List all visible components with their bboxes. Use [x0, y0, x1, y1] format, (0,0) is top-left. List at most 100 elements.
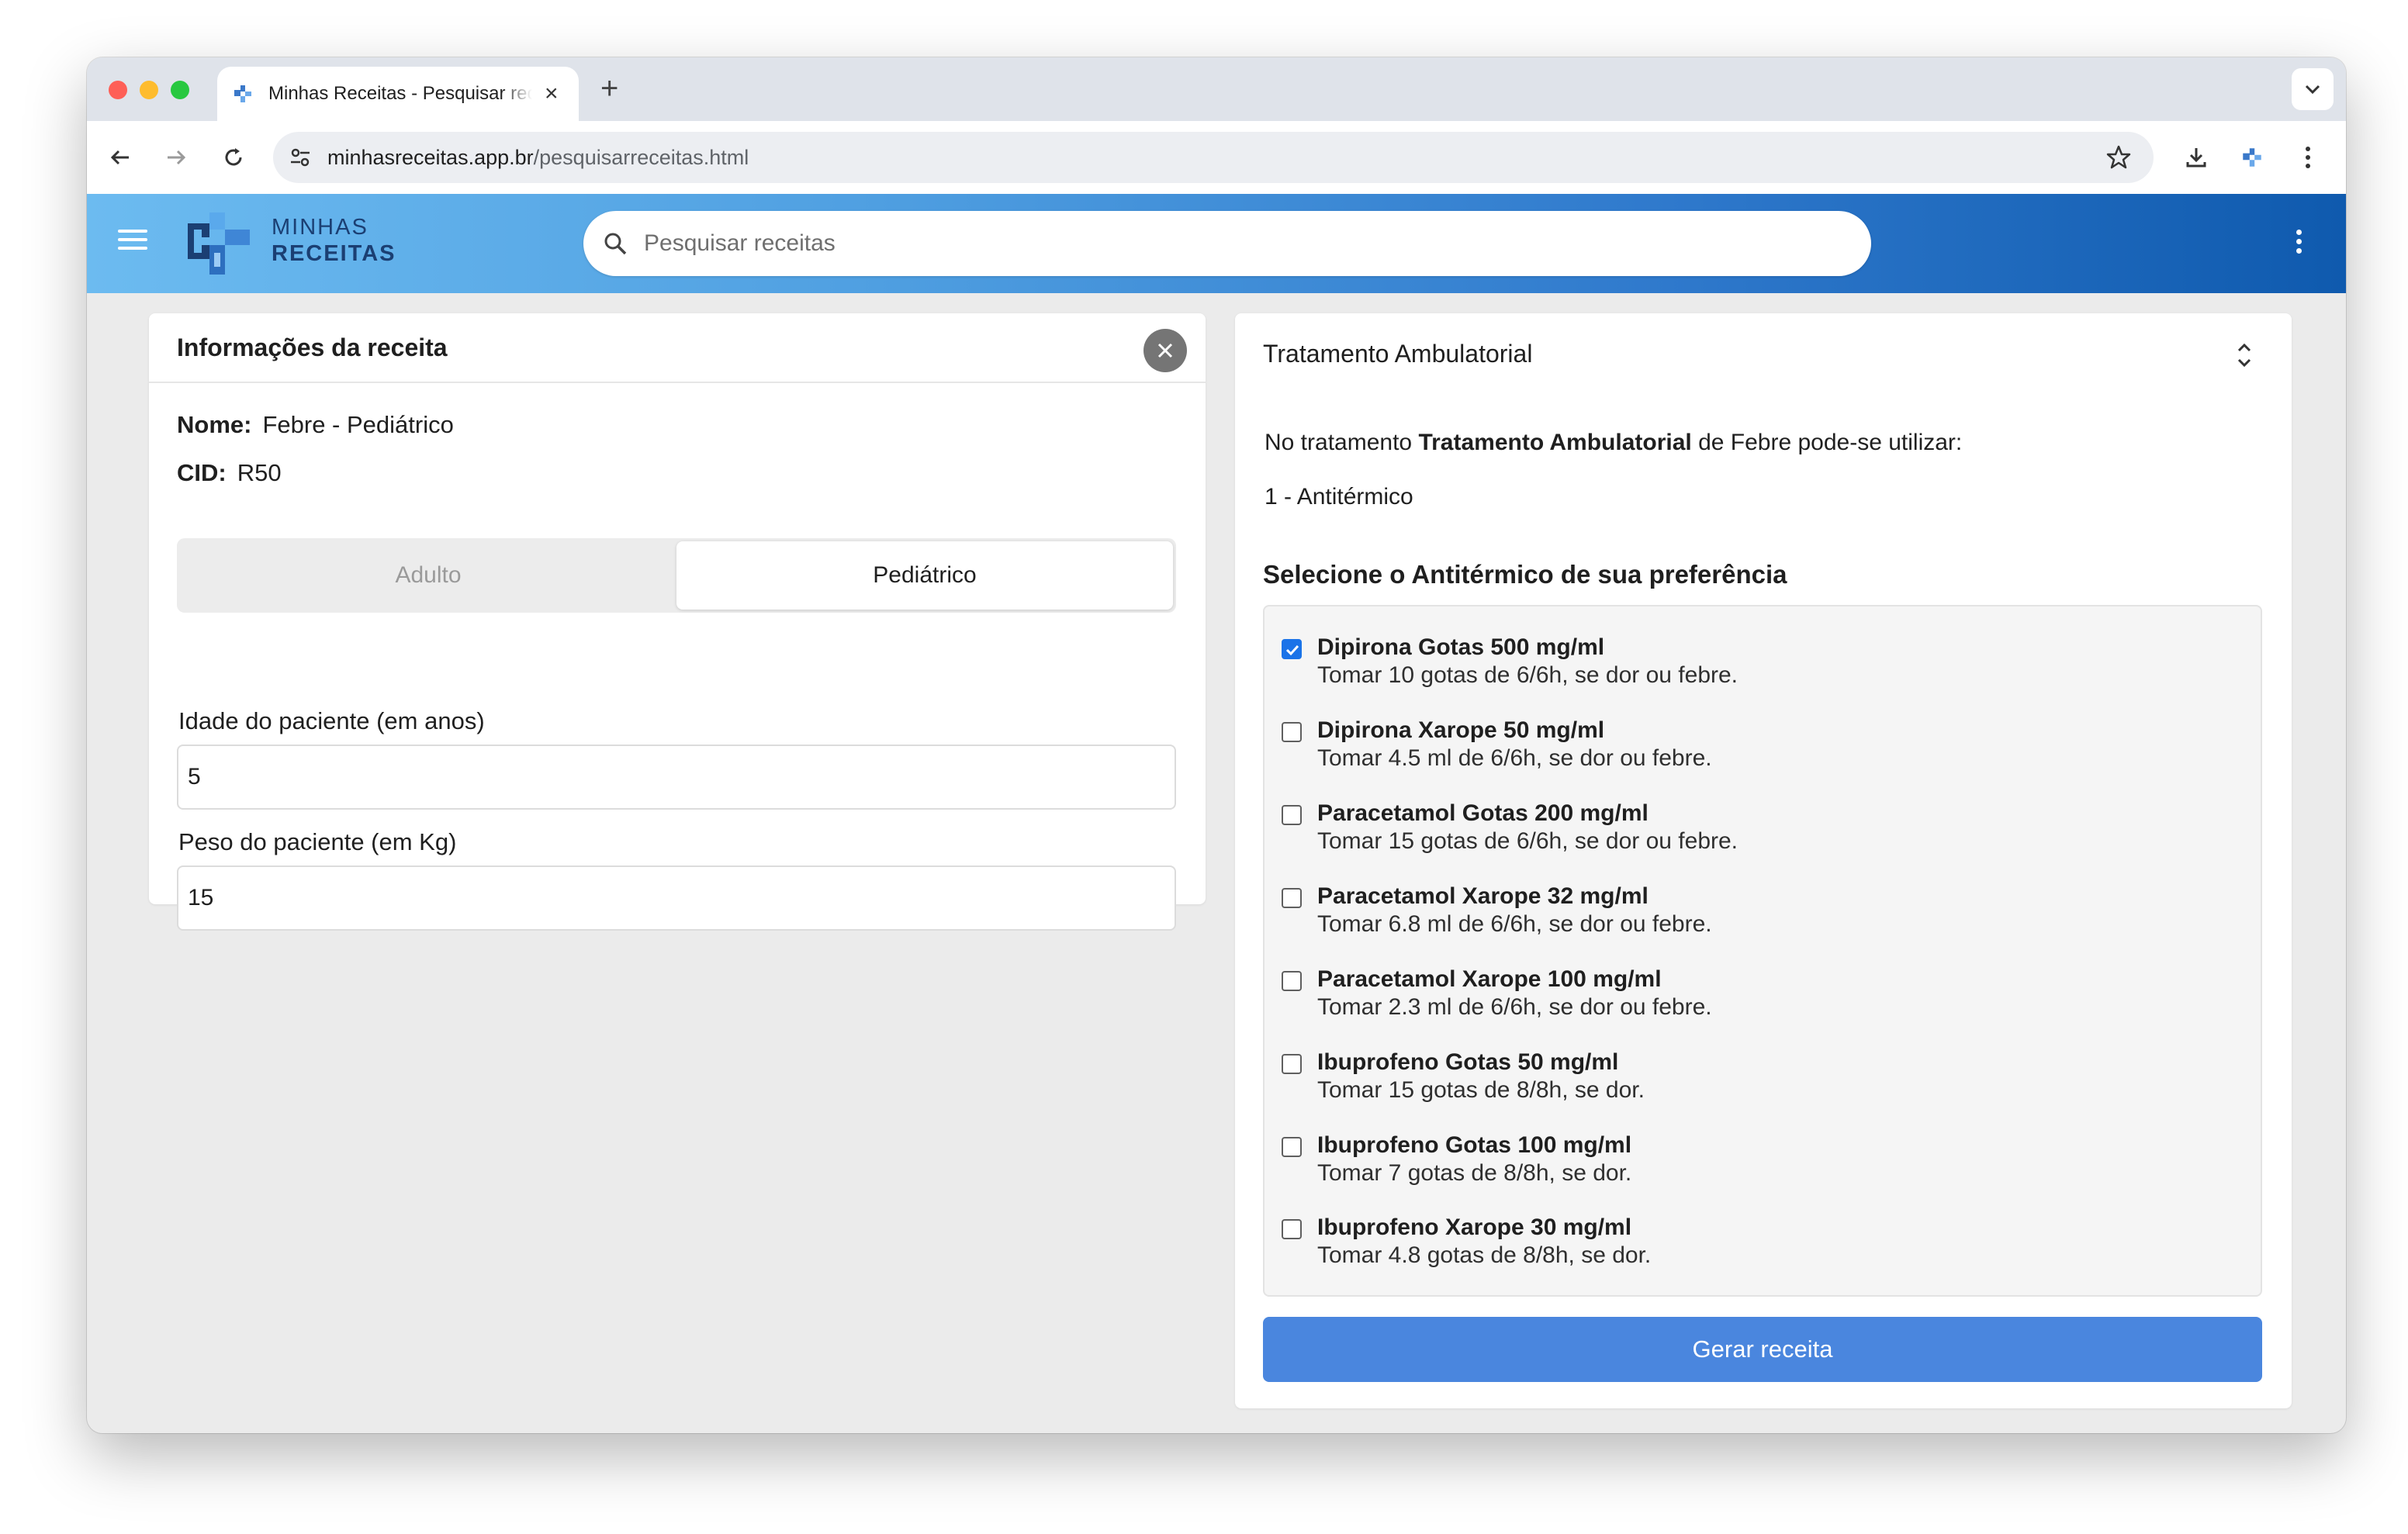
tab-search-button[interactable] — [2292, 68, 2334, 110]
name-label: Nome: — [177, 411, 252, 438]
browser-menu-button[interactable] — [2289, 138, 2327, 177]
bookmark-star-icon[interactable] — [2105, 144, 2132, 171]
medication-options-list: Dipirona Gotas 500 mg/ml Tomar 10 gotas … — [1263, 605, 2262, 1297]
medication-dosage: Tomar 2.3 ml de 6/6h, se dor ou febre. — [1317, 994, 1712, 1020]
medication-name: Dipirona Xarope 50 mg/ml — [1317, 717, 1605, 743]
recipe-info-card: Informações da receita Nome: Febre - Pedi… — [149, 313, 1206, 931]
generate-recipe-button[interactable]: Gerar receita — [1263, 1317, 2262, 1382]
site-settings-icon[interactable] — [289, 146, 312, 169]
medication-option[interactable]: Dipirona Xarope 50 mg/ml Tomar 4.5 ml de… — [1282, 714, 2244, 776]
medication-dosage: Tomar 4.5 ml de 6/6h, se dor ou febre. — [1317, 745, 1712, 771]
address-bar[interactable]: minhasreceitas.app.br/pesquisarreceitas.… — [273, 132, 2154, 183]
treatment-step: 1 - Antitérmico — [1265, 484, 1413, 510]
medication-name: Ibuprofeno Gotas 100 mg/ml — [1317, 1132, 1632, 1158]
medication-name: Paracetamol Xarope 32 mg/ml — [1317, 883, 1649, 909]
extension-button[interactable] — [2233, 138, 2271, 177]
card-title: Informações da receita — [177, 333, 448, 361]
recipe-name-value: Febre - Pediátrico — [262, 411, 454, 438]
kebab-menu-icon — [2306, 147, 2310, 168]
url-text: minhasreceitas.app.br/pesquisarreceitas.… — [327, 146, 749, 170]
download-icon — [2186, 148, 2206, 168]
medication-dosage: Tomar 15 gotas de 6/6h, se dor ou febre. — [1317, 828, 1739, 854]
logo-line-2: RECEITAS — [272, 241, 396, 266]
cid-value: R50 — [237, 459, 282, 486]
intro-prefix: No tratamento — [1265, 430, 1413, 455]
chevron-down-icon — [2305, 85, 2320, 95]
site-logo-text[interactable]: MINHAS RECEITAS — [272, 214, 396, 267]
medication-name: Ibuprofeno Gotas 50 mg/ml — [1317, 1049, 1619, 1075]
medication-dosage: Tomar 7 gotas de 8/8h, se dor. — [1317, 1160, 1632, 1186]
age-input[interactable] — [177, 745, 1176, 810]
medication-option[interactable]: Ibuprofeno Gotas 50 mg/ml Tomar 15 gotas… — [1282, 1046, 2244, 1108]
site-logo-icon — [188, 212, 250, 275]
tab-close-icon[interactable]: × — [545, 82, 559, 105]
forward-button[interactable] — [157, 138, 195, 177]
checkbox-checked[interactable] — [1282, 639, 1302, 659]
medication-name: Paracetamol Gotas 200 mg/ml — [1317, 800, 1649, 826]
url-host: minhasreceitas.app.br — [327, 145, 534, 169]
medication-option[interactable]: Paracetamol Xarope 32 mg/ml Tomar 6.8 ml… — [1282, 880, 2244, 942]
header-menu-icon[interactable] — [2296, 230, 2304, 257]
checkbox[interactable] — [1282, 971, 1302, 991]
select-antitermico-title: Selecione o Antitérmico de sua preferênc… — [1263, 560, 1787, 589]
medication-dosage: Tomar 4.8 gotas de 8/8h, se dor. — [1317, 1242, 1652, 1268]
checkbox[interactable] — [1282, 1219, 1302, 1239]
tab-title: Minhas Receitas - Pesquisar receitas — [268, 83, 532, 104]
logo-line-1: MINHAS — [272, 215, 368, 240]
site-favicon-icon — [234, 85, 251, 102]
back-button[interactable] — [101, 138, 140, 177]
close-icon — [1157, 343, 1173, 358]
checkbox[interactable] — [1282, 1137, 1302, 1157]
recipe-info-header: Informações da receita — [149, 313, 1206, 383]
search-icon — [604, 233, 627, 255]
medication-option[interactable]: Dipirona Gotas 500 mg/ml Tomar 10 gotas … — [1282, 631, 2244, 693]
reload-icon — [225, 148, 242, 166]
search-bar[interactable] — [583, 211, 1871, 276]
age-label: Idade do paciente (em anos) — [178, 707, 485, 734]
segment-adult[interactable]: Adulto — [180, 541, 676, 610]
patient-type-toggle: Adulto Pediátrico — [177, 538, 1176, 613]
checkmark-icon — [1285, 644, 1299, 656]
hamburger-menu-icon[interactable] — [118, 230, 147, 253]
new-tab-icon[interactable]: + — [600, 73, 618, 104]
expand-collapse-icon[interactable] — [2233, 338, 2256, 372]
medication-option[interactable]: Ibuprofeno Gotas 100 mg/ml Tomar 7 gotas… — [1282, 1129, 2244, 1191]
treatment-card: Tratamento Ambulatorial No tratamento Tr… — [1235, 313, 2292, 1408]
medication-name: Ibuprofeno Xarope 30 mg/ml — [1317, 1214, 1632, 1240]
reload-button[interactable] — [214, 138, 253, 177]
checkbox[interactable] — [1282, 1054, 1302, 1074]
browser-window: Minhas Receitas - Pesquisar receitas × +… — [87, 57, 2346, 1433]
tab-strip: Minhas Receitas - Pesquisar receitas × + — [87, 57, 2346, 121]
app-logo-icon — [2243, 148, 2261, 167]
weight-label: Peso do paciente (em Kg) — [178, 828, 457, 855]
medication-name: Paracetamol Xarope 100 mg/ml — [1317, 966, 1662, 992]
intro-suffix: de Febre pode-se utilizar: — [1698, 430, 1963, 455]
close-button[interactable] — [1143, 329, 1187, 372]
treatment-accordion-title[interactable]: Tratamento Ambulatorial — [1263, 340, 1532, 368]
recipe-cid-line: CID: R50 — [177, 459, 282, 487]
medication-option[interactable]: Ibuprofeno Xarope 30 mg/ml Tomar 4.8 got… — [1282, 1211, 2244, 1273]
close-window-button[interactable] — [109, 81, 127, 99]
segment-pediatric[interactable]: Pediátrico — [676, 541, 1173, 610]
minimize-window-button[interactable] — [140, 81, 158, 99]
downloads-button[interactable] — [2177, 138, 2216, 177]
intro-treatment-name: Tratamento Ambulatorial — [1418, 430, 1692, 455]
checkbox[interactable] — [1282, 888, 1302, 908]
browser-tab[interactable]: Minhas Receitas - Pesquisar receitas × — [217, 67, 579, 121]
arrow-right-icon — [168, 150, 186, 165]
medication-dosage: Tomar 15 gotas de 8/8h, se dor. — [1317, 1077, 1645, 1103]
treatment-intro: No tratamento Tratamento Ambulatorial de… — [1265, 430, 1962, 456]
checkbox[interactable] — [1282, 805, 1302, 825]
medication-option[interactable]: Paracetamol Gotas 200 mg/ml Tomar 15 got… — [1282, 797, 2244, 859]
search-input[interactable] — [644, 230, 1808, 257]
recipe-name-line: Nome: Febre - Pediátrico — [177, 411, 454, 439]
medication-option[interactable]: Paracetamol Xarope 100 mg/ml Tomar 2.3 m… — [1282, 963, 2244, 1025]
url-path: /pesquisarreceitas.html — [533, 145, 749, 169]
arrow-left-icon — [110, 150, 129, 165]
checkbox[interactable] — [1282, 722, 1302, 742]
cid-label: CID: — [177, 459, 227, 486]
weight-input[interactable] — [177, 865, 1176, 931]
site-header: MINHAS RECEITAS — [87, 194, 2346, 293]
zoom-window-button[interactable] — [171, 81, 189, 99]
browser-toolbar: minhasreceitas.app.br/pesquisarreceitas.… — [87, 121, 2346, 194]
